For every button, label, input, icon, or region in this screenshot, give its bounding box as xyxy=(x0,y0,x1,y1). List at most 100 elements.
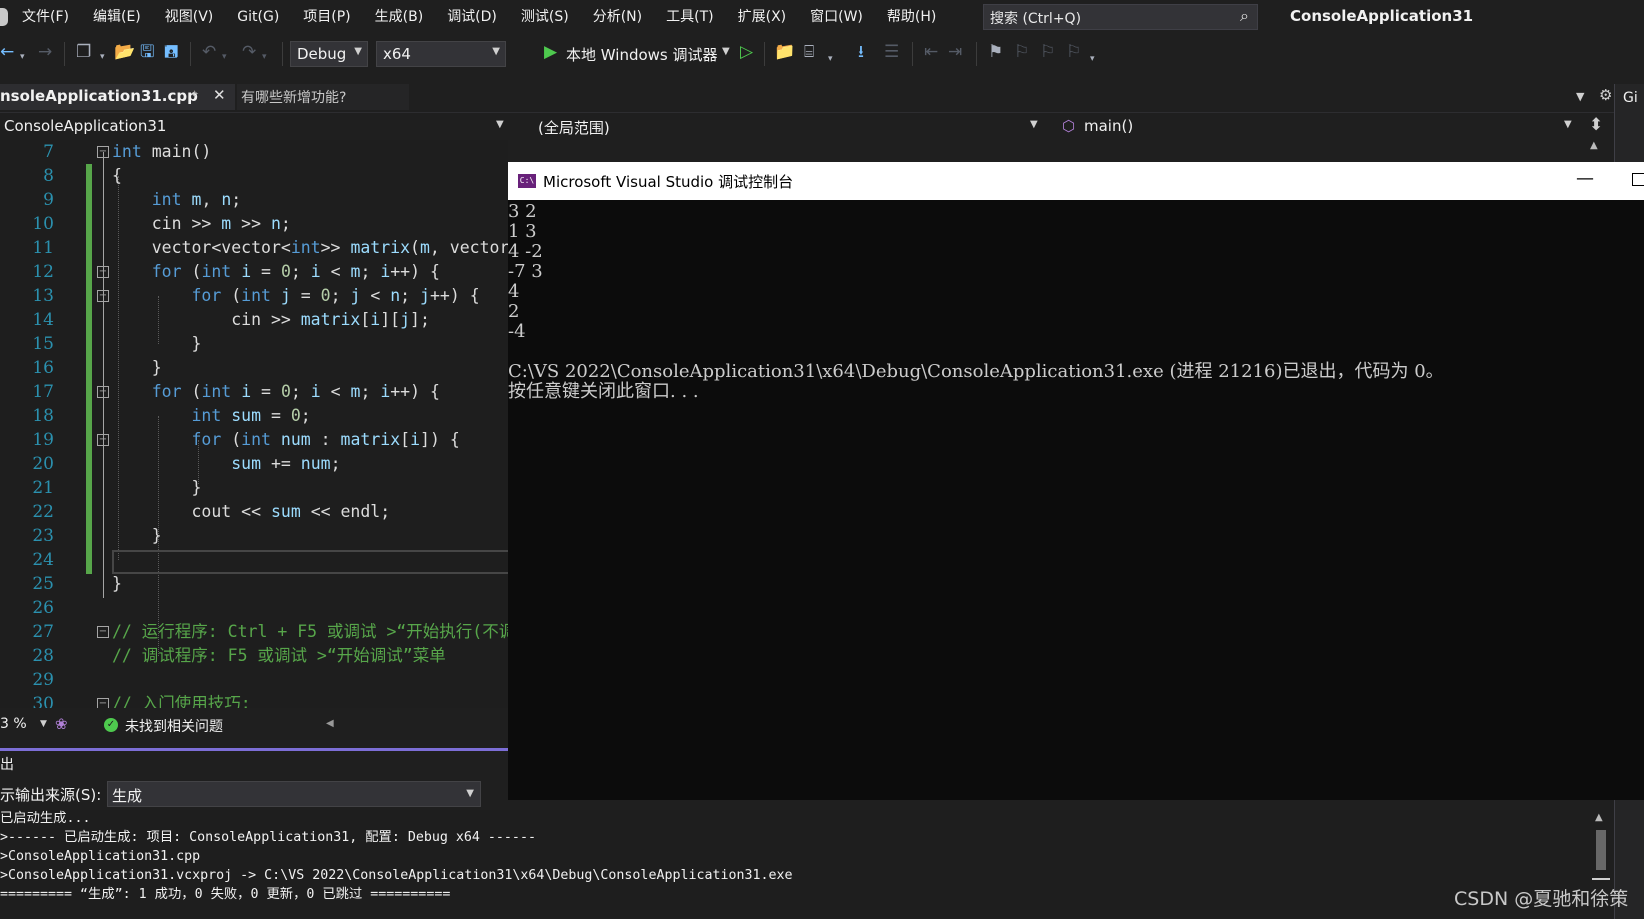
menu-file[interactable]: 文件(F) xyxy=(22,0,81,34)
scroll-left-icon[interactable]: ◀ xyxy=(326,718,334,729)
output-text-area[interactable]: 已启动生成... >------ 已启动生成: 项目: ConsoleAppli… xyxy=(0,810,1590,918)
menu-debug[interactable]: 调试(D) xyxy=(447,0,509,34)
debug-target-dropdown-icon[interactable]: ▼ xyxy=(722,46,730,57)
collapse-icon[interactable]: − xyxy=(97,698,109,708)
split-editor-icon[interactable]: ⬍ xyxy=(1589,115,1603,135)
start-without-debugging-icon[interactable]: ▷ xyxy=(740,42,753,62)
redo-dropdown-icon[interactable]: ▾ xyxy=(262,47,267,67)
layout-dropdown-icon[interactable]: ▾ xyxy=(828,49,833,69)
scroll-up-icon[interactable]: ▲ xyxy=(1595,812,1603,823)
minimize-icon[interactable]: — xyxy=(1576,168,1594,189)
document-tabs: nsoleApplication31.cpp ⌖ ✕ 有哪些新增功能? ▼ ⚙ xyxy=(0,84,1614,110)
bookmark-icon[interactable]: ⚑ xyxy=(988,42,1003,62)
toolbar-overflow-icon[interactable]: ▾ xyxy=(1090,49,1095,69)
menu-build[interactable]: 生成(B) xyxy=(375,0,436,34)
collapse-icon[interactable]: − xyxy=(97,290,109,302)
scroll-up-icon[interactable]: ▲ xyxy=(1590,140,1598,151)
start-debugging-icon[interactable]: ▶ xyxy=(544,42,557,62)
collapse-icon[interactable]: − xyxy=(97,266,109,278)
menu-window[interactable]: 窗口(W) xyxy=(810,0,875,34)
scrollbar-thumb[interactable] xyxy=(1596,830,1606,870)
menu-project[interactable]: 项目(P) xyxy=(303,0,362,34)
undo-icon[interactable]: ↶ xyxy=(202,42,216,62)
navigate-back-dropdown-icon[interactable]: ▾ xyxy=(20,47,25,67)
open-file-icon[interactable]: 📂 xyxy=(114,42,135,62)
line-number-gutter: 7 8 9 10 11 12 13 14 15 16 17 18 19 20 2… xyxy=(0,140,86,708)
zoom-level[interactable]: 3 % xyxy=(0,716,27,732)
tab-main-cpp[interactable]: nsoleApplication31.cpp ⌖ ✕ xyxy=(0,84,235,110)
scope-select[interactable]: (全局范围) ▼ xyxy=(530,115,1042,137)
menu-test[interactable]: 测试(S) xyxy=(521,0,581,34)
menu-git[interactable]: Git(G) xyxy=(237,0,291,34)
search-icon[interactable]: ⌕ xyxy=(1240,6,1249,26)
panel-splitter[interactable] xyxy=(0,748,508,751)
collapse-icon[interactable]: − xyxy=(97,386,109,398)
collapse-icon[interactable]: − xyxy=(97,146,109,158)
menu-tools[interactable]: 工具(T) xyxy=(666,0,725,34)
code-line: for (int num : matrix[i]) { xyxy=(191,430,460,449)
menu-analyze[interactable]: 分析(N) xyxy=(593,0,654,34)
clear-bookmarks-icon[interactable]: ⚐ xyxy=(1066,42,1081,62)
tab-whats-new[interactable]: 有哪些新增功能? xyxy=(237,84,409,110)
line-number: 8 xyxy=(43,166,54,186)
console-title-bar[interactable]: C:\ Microsoft Visual Studio 调试控制台 — xyxy=(508,162,1644,200)
redo-icon[interactable]: ↷ xyxy=(242,42,256,62)
chevron-down-icon: ▼ xyxy=(496,119,504,130)
collapse-icon[interactable]: − xyxy=(97,626,109,638)
pin-icon[interactable]: ⌖ xyxy=(191,87,198,102)
console-output[interactable]: 3 2 1 3 4 -2 -7 3 4 2 -4 C:\VS 2022\Cons… xyxy=(508,200,1644,800)
debug-console-window[interactable]: C:\ Microsoft Visual Studio 调试控制台 — 3 2 … xyxy=(508,162,1644,800)
current-line-highlight xyxy=(112,550,508,574)
line-number: 12 xyxy=(32,262,54,282)
maximize-icon[interactable] xyxy=(1632,173,1644,186)
git-changes-tab[interactable]: Gi xyxy=(1623,90,1638,106)
collapse-icon[interactable]: − xyxy=(97,434,109,446)
code-line: for (int j = 0; j < n; j++) { xyxy=(191,286,480,305)
toolbar-separator xyxy=(64,42,65,66)
layout-icon[interactable]: ⌸ xyxy=(804,42,814,62)
step-icon[interactable]: ⭳ xyxy=(858,42,864,62)
new-project-dropdown-icon[interactable]: ▾ xyxy=(100,47,105,67)
folder-view-icon[interactable]: 📁 xyxy=(774,42,795,62)
comment-icon[interactable]: ☰ xyxy=(884,42,899,62)
previous-bookmark-icon[interactable]: ⚐ xyxy=(1014,42,1029,62)
start-debugging-button[interactable]: 本地 Windows 调试器 xyxy=(566,44,718,65)
indent-icon[interactable]: ⇥ xyxy=(948,42,962,62)
zoom-dropdown-icon[interactable]: ▼ xyxy=(40,719,47,729)
code-line: } xyxy=(112,526,162,545)
menu-extensions[interactable]: 扩展(X) xyxy=(738,0,799,34)
menu-edit[interactable]: 编辑(E) xyxy=(93,0,153,34)
console-line: C:\VS 2022\ConsoleApplication31\x64\Debu… xyxy=(508,361,1444,382)
tabs-dropdown-icon[interactable]: ▼ xyxy=(1576,90,1584,103)
editor-status-bar: 3 % ▼ ❀ ✓ 未找到相关问题 ◀ xyxy=(0,714,508,736)
gear-icon[interactable]: ⚙ xyxy=(1599,86,1612,104)
visual-studio-logo-icon xyxy=(0,8,8,26)
member-select[interactable]: ⬡ main() ▼ xyxy=(1058,115,1578,137)
code-line: sum += num; xyxy=(231,454,341,473)
save-icon[interactable]: 🖫 xyxy=(140,42,154,62)
navigate-forward-icon[interactable]: → xyxy=(38,42,52,62)
search-input[interactable]: 搜索 (Ctrl+Q) ⌕ xyxy=(983,4,1258,30)
new-project-icon[interactable]: ❐ xyxy=(76,42,91,62)
code-line: // 调试程序: F5 或调试 >“开始调试”菜单 xyxy=(112,646,446,665)
menu-view[interactable]: 视图(V) xyxy=(165,0,226,34)
code-line: for (int i = 0; i < m; i++) { xyxy=(151,262,440,281)
project-select[interactable]: ConsoleApplication31 ▼ xyxy=(0,115,510,137)
line-number: 22 xyxy=(32,502,54,522)
close-icon[interactable]: ✕ xyxy=(213,86,226,104)
output-source-select[interactable]: 生成 ▼ xyxy=(107,781,481,807)
solution-platform-select[interactable]: x64 ▼ xyxy=(376,41,506,67)
save-all-icon[interactable]: 🖪 xyxy=(164,42,178,62)
undo-dropdown-icon[interactable]: ▾ xyxy=(222,47,227,67)
code-health-icon[interactable]: ❀ xyxy=(55,715,68,733)
outdent-icon[interactable]: ⇤ xyxy=(924,42,938,62)
menu-help[interactable]: 帮助(H) xyxy=(887,0,948,34)
issues-status[interactable]: 未找到相关问题 xyxy=(125,716,223,736)
navigate-back-icon[interactable]: ← xyxy=(0,42,14,62)
code-line: cout << sum << endl; xyxy=(112,502,391,521)
next-bookmark-icon[interactable]: ⚐ xyxy=(1040,42,1055,62)
code-editor[interactable]: 7 8 9 10 11 12 13 14 15 16 17 18 19 20 2… xyxy=(0,140,508,708)
solution-configuration-select[interactable]: Debug ▼ xyxy=(290,41,368,67)
line-number: 14 xyxy=(32,310,54,330)
